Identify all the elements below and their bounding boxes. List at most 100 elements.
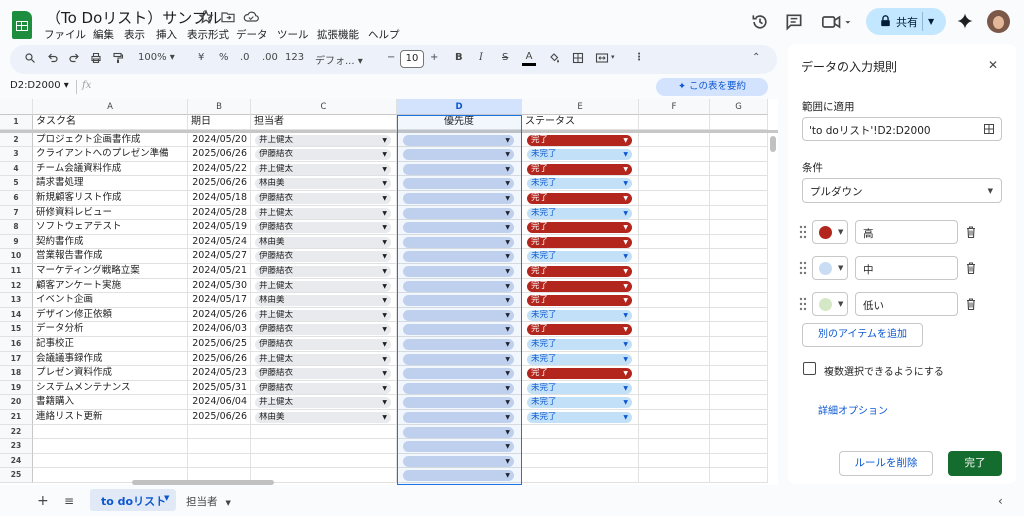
priority-dropdown[interactable]: ▼ xyxy=(403,426,514,438)
status-dropdown[interactable]: 完了 ▼ xyxy=(527,280,632,292)
grid-cell[interactable] xyxy=(639,322,710,337)
grid-cell[interactable] xyxy=(710,424,768,440)
status-dropdown[interactable]: 未完了 ▼ xyxy=(527,149,632,161)
summarize-table-button[interactable]: ✦ この表を要約 xyxy=(656,78,768,96)
assignee-dropdown[interactable]: 林由美 ▼ xyxy=(255,295,391,307)
sheets-logo[interactable] xyxy=(12,11,32,39)
priority-dropdown[interactable]: ▼ xyxy=(403,266,514,277)
row-header[interactable]: 25 xyxy=(0,468,33,483)
grid-cell[interactable] xyxy=(639,293,710,308)
task-cell[interactable]: 新規顧客リスト作成 xyxy=(33,191,188,206)
assignee-dropdown[interactable]: 伊藤結衣 ▼ xyxy=(255,222,391,234)
priority-dropdown[interactable]: ▼ xyxy=(403,251,514,263)
grid-cell[interactable] xyxy=(710,468,768,483)
assignee-dropdown[interactable]: 林由美 ▼ xyxy=(255,236,391,248)
grid-cell[interactable] xyxy=(710,293,768,308)
menu-file[interactable]: ファイル xyxy=(44,27,86,42)
grid-cell[interactable] xyxy=(639,410,710,425)
task-cell[interactable]: 記事校正 xyxy=(33,337,188,352)
column-header-g[interactable]: G xyxy=(710,99,768,115)
all-sheets-icon[interactable]: ≡ xyxy=(64,494,74,508)
status-dropdown[interactable]: 未完了 ▼ xyxy=(527,353,632,365)
grid-cell[interactable] xyxy=(639,337,710,352)
move-folder-icon[interactable] xyxy=(220,9,236,25)
grid-cell[interactable] xyxy=(710,264,768,279)
task-cell[interactable]: システムメンテナンス xyxy=(33,380,188,396)
row-header[interactable]: 20 xyxy=(0,395,33,410)
grid-cell[interactable] xyxy=(639,115,710,130)
assignee-dropdown[interactable]: 井上健太 ▼ xyxy=(255,397,391,409)
menu-insert[interactable]: 挿入 xyxy=(156,27,177,42)
task-cell[interactable]: データ分析 xyxy=(33,322,188,337)
row-header[interactable]: 11 xyxy=(0,264,33,279)
grid-cell[interactable] xyxy=(710,337,768,352)
select-all-corner[interactable] xyxy=(0,99,33,115)
status-dropdown[interactable]: 未完了 ▼ xyxy=(527,309,632,321)
redo-icon[interactable] xyxy=(68,52,80,68)
row-header[interactable]: 4 xyxy=(0,161,33,177)
grid-cell[interactable] xyxy=(33,439,188,454)
grid-cell[interactable] xyxy=(639,147,710,162)
header-cell[interactable]: 優先度 xyxy=(397,115,522,130)
row-header[interactable]: 3 xyxy=(0,147,33,162)
grid-cell[interactable] xyxy=(639,161,710,177)
row-header[interactable]: 9 xyxy=(0,234,33,250)
font-size-input[interactable]: 10 xyxy=(400,50,424,68)
date-cell[interactable]: 2024/05/26 xyxy=(188,307,251,323)
status-dropdown[interactable]: 完了 ▼ xyxy=(527,222,632,234)
task-cell[interactable]: 請求書処理 xyxy=(33,176,188,191)
grid-cell[interactable] xyxy=(33,424,188,440)
task-cell[interactable]: 営業報告書作成 xyxy=(33,249,188,264)
menu-extensions[interactable]: 拡張機能 xyxy=(317,27,359,42)
grid-cell[interactable] xyxy=(639,453,710,469)
document-title[interactable]: （To Doリスト）サンプル xyxy=(46,7,222,28)
comment-icon[interactable] xyxy=(784,12,804,32)
sheet-tab-assignee[interactable]: 担当者 ▼ xyxy=(186,494,231,509)
task-cell[interactable]: 契約書作成 xyxy=(33,234,188,250)
priority-dropdown[interactable]: ▼ xyxy=(403,207,514,219)
undo-icon[interactable] xyxy=(47,52,59,68)
priority-dropdown[interactable]: ▼ xyxy=(403,149,514,161)
task-cell[interactable]: マーケティング戦略立案 xyxy=(33,264,188,279)
row-header[interactable]: 22 xyxy=(0,424,33,440)
task-cell[interactable]: 連絡リスト更新 xyxy=(33,410,188,425)
option-input[interactable]: 低い xyxy=(855,292,958,316)
add-sheet-icon[interactable]: + xyxy=(37,493,49,509)
priority-dropdown[interactable]: ▼ xyxy=(403,353,514,365)
grid-cell[interactable] xyxy=(639,307,710,323)
status-dropdown[interactable]: 完了 ▼ xyxy=(527,236,632,248)
font-size-decrease[interactable]: − xyxy=(387,52,395,68)
task-cell[interactable]: 書籍購入 xyxy=(33,395,188,410)
grid-cell[interactable] xyxy=(710,132,768,148)
status-dropdown[interactable]: 未完了 ▼ xyxy=(527,251,632,263)
priority-dropdown[interactable]: ▼ xyxy=(403,397,514,409)
priority-dropdown[interactable]: ▼ xyxy=(403,134,514,146)
bold-icon[interactable]: B xyxy=(455,52,463,68)
row-header[interactable]: 13 xyxy=(0,293,33,308)
status-dropdown[interactable]: 未完了 ▼ xyxy=(527,207,632,219)
column-header-e[interactable]: E xyxy=(522,99,639,115)
grid-cell[interactable] xyxy=(639,395,710,410)
grid-cell[interactable] xyxy=(710,147,768,162)
row-header[interactable]: 12 xyxy=(0,278,33,294)
condition-select[interactable]: プルダウン ▼ xyxy=(802,178,1002,203)
date-cell[interactable]: 2025/06/25 xyxy=(188,337,251,352)
row-header[interactable]: 1 xyxy=(0,115,33,130)
paint-format-icon[interactable] xyxy=(112,52,124,68)
date-cell[interactable]: 2025/05/31 xyxy=(188,380,251,396)
grid-cell[interactable] xyxy=(639,351,710,367)
priority-dropdown[interactable]: ▼ xyxy=(403,236,514,248)
merge-dropdown-icon[interactable]: ▾ xyxy=(611,53,615,69)
status-dropdown[interactable]: 未完了 ▼ xyxy=(527,412,632,423)
priority-dropdown[interactable]: ▼ xyxy=(403,470,514,482)
priority-dropdown[interactable]: ▼ xyxy=(403,441,514,453)
grid-cell[interactable] xyxy=(522,453,639,469)
task-cell[interactable]: 会議議事録作成 xyxy=(33,351,188,367)
date-cell[interactable]: 2024/05/30 xyxy=(188,278,251,294)
task-cell[interactable]: プレゼン資料作成 xyxy=(33,366,188,381)
strikethrough-icon[interactable]: S xyxy=(502,52,508,68)
status-dropdown[interactable]: 未完了 ▼ xyxy=(527,339,632,350)
date-cell[interactable]: 2024/05/22 xyxy=(188,161,251,177)
borders-icon[interactable] xyxy=(572,52,584,68)
header-cell[interactable]: タスク名 xyxy=(33,115,188,130)
